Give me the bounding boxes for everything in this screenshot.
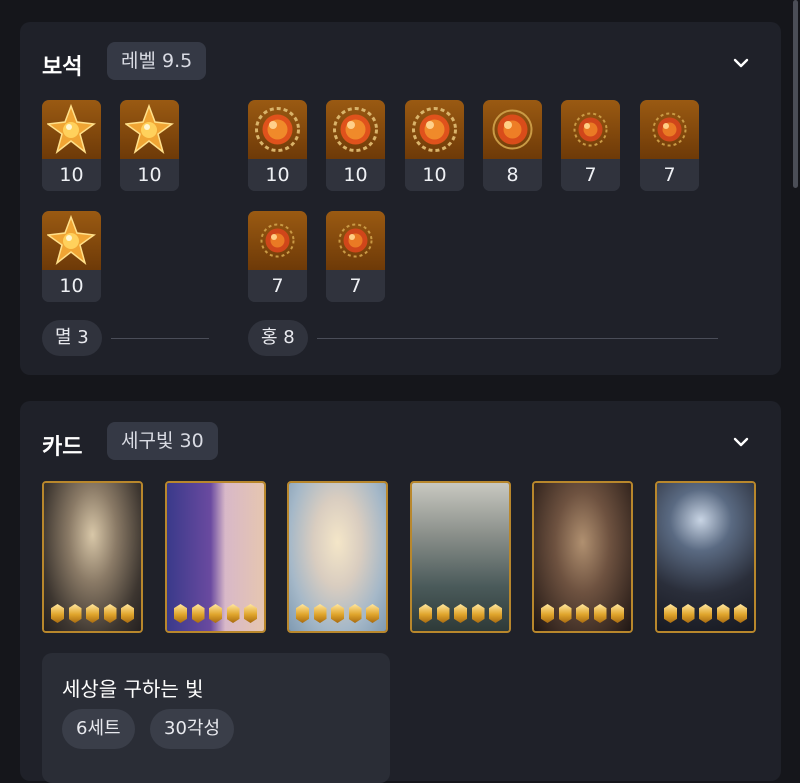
gem-tally-annihilation: 멸 3	[42, 320, 102, 356]
divider	[111, 338, 209, 339]
gem-level: 10	[326, 159, 385, 191]
gem-crimson-icon	[405, 100, 464, 159]
gem-slot-crimson[interactable]: 7	[248, 211, 307, 302]
chevron-down-icon[interactable]	[731, 53, 751, 73]
card-slot[interactable]	[165, 481, 266, 633]
gem-level: 8	[483, 159, 542, 191]
gem-slot-crimson[interactable]: 7	[561, 100, 620, 191]
gem-crimson-icon	[640, 100, 699, 159]
gem-level: 7	[326, 270, 385, 302]
card-slot[interactable]	[410, 481, 511, 633]
gem-slot-annihilation[interactable]: 10	[120, 100, 179, 191]
gem-crimson-icon	[326, 100, 385, 159]
gem-level: 7	[640, 159, 699, 191]
card-set-effect[interactable]: 세상을 구하는 빛 6세트 30각성	[42, 653, 390, 783]
cards-title: 카드	[42, 435, 83, 460]
gems-panel: 보석 레벨 9.5 10 10 10 10 10 10 8 7 7 7 7 멸 …	[20, 22, 781, 375]
card-slot[interactable]	[42, 481, 143, 633]
card-awakening-gems	[419, 604, 502, 623]
gem-annihilation-icon	[42, 211, 101, 270]
gem-level: 10	[405, 159, 464, 191]
gem-crimson-icon	[326, 211, 385, 270]
card-slot[interactable]	[532, 481, 633, 633]
gem-slot-crimson[interactable]: 10	[326, 100, 385, 191]
scrollbar[interactable]	[793, 0, 798, 188]
gems-title: 보석	[42, 55, 83, 80]
card-set-name: 세상을 구하는 빛	[62, 677, 204, 701]
gem-crimson-icon	[561, 100, 620, 159]
gem-level: 10	[120, 159, 179, 191]
card-slot[interactable]	[655, 481, 756, 633]
card-slot[interactable]	[287, 481, 388, 633]
gem-level: 7	[248, 270, 307, 302]
divider	[317, 338, 718, 339]
gem-slot-crimson[interactable]: 7	[640, 100, 699, 191]
chevron-down-icon[interactable]	[731, 432, 751, 452]
gem-level: 7	[561, 159, 620, 191]
gem-level: 10	[42, 159, 101, 191]
gem-annihilation-icon	[42, 100, 101, 159]
card-awakening-gems	[296, 604, 379, 623]
gem-slot-crimson[interactable]: 7	[326, 211, 385, 302]
gem-slot-crimson[interactable]: 10	[405, 100, 464, 191]
gem-crimson-icon	[248, 211, 307, 270]
card-set-awakening: 30각성	[150, 709, 235, 749]
card-awakening-gems	[51, 604, 134, 623]
gem-crimson-icon	[248, 100, 307, 159]
card-set-count: 6세트	[62, 709, 135, 749]
gem-tally-crimson: 홍 8	[248, 320, 308, 356]
cards-panel: 카드 세구빛 30 세상을 구하는 빛 6세트 30각성	[20, 401, 781, 783]
card-awakening-gems	[174, 604, 257, 623]
gem-slot-crimson[interactable]: 10	[248, 100, 307, 191]
gem-slot-annihilation[interactable]: 10	[42, 211, 101, 302]
gem-level-badge: 레벨 9.5	[107, 42, 207, 80]
card-awakening-gems	[664, 604, 747, 623]
gem-level: 10	[42, 270, 101, 302]
gem-level: 10	[248, 159, 307, 191]
gem-slot-crimson[interactable]: 8	[483, 100, 542, 191]
gem-annihilation-icon	[120, 100, 179, 159]
gem-crimson-icon	[483, 100, 542, 159]
card-set-badge: 세구빛 30	[107, 422, 218, 460]
gem-slot-annihilation[interactable]: 10	[42, 100, 101, 191]
card-awakening-gems	[541, 604, 624, 623]
